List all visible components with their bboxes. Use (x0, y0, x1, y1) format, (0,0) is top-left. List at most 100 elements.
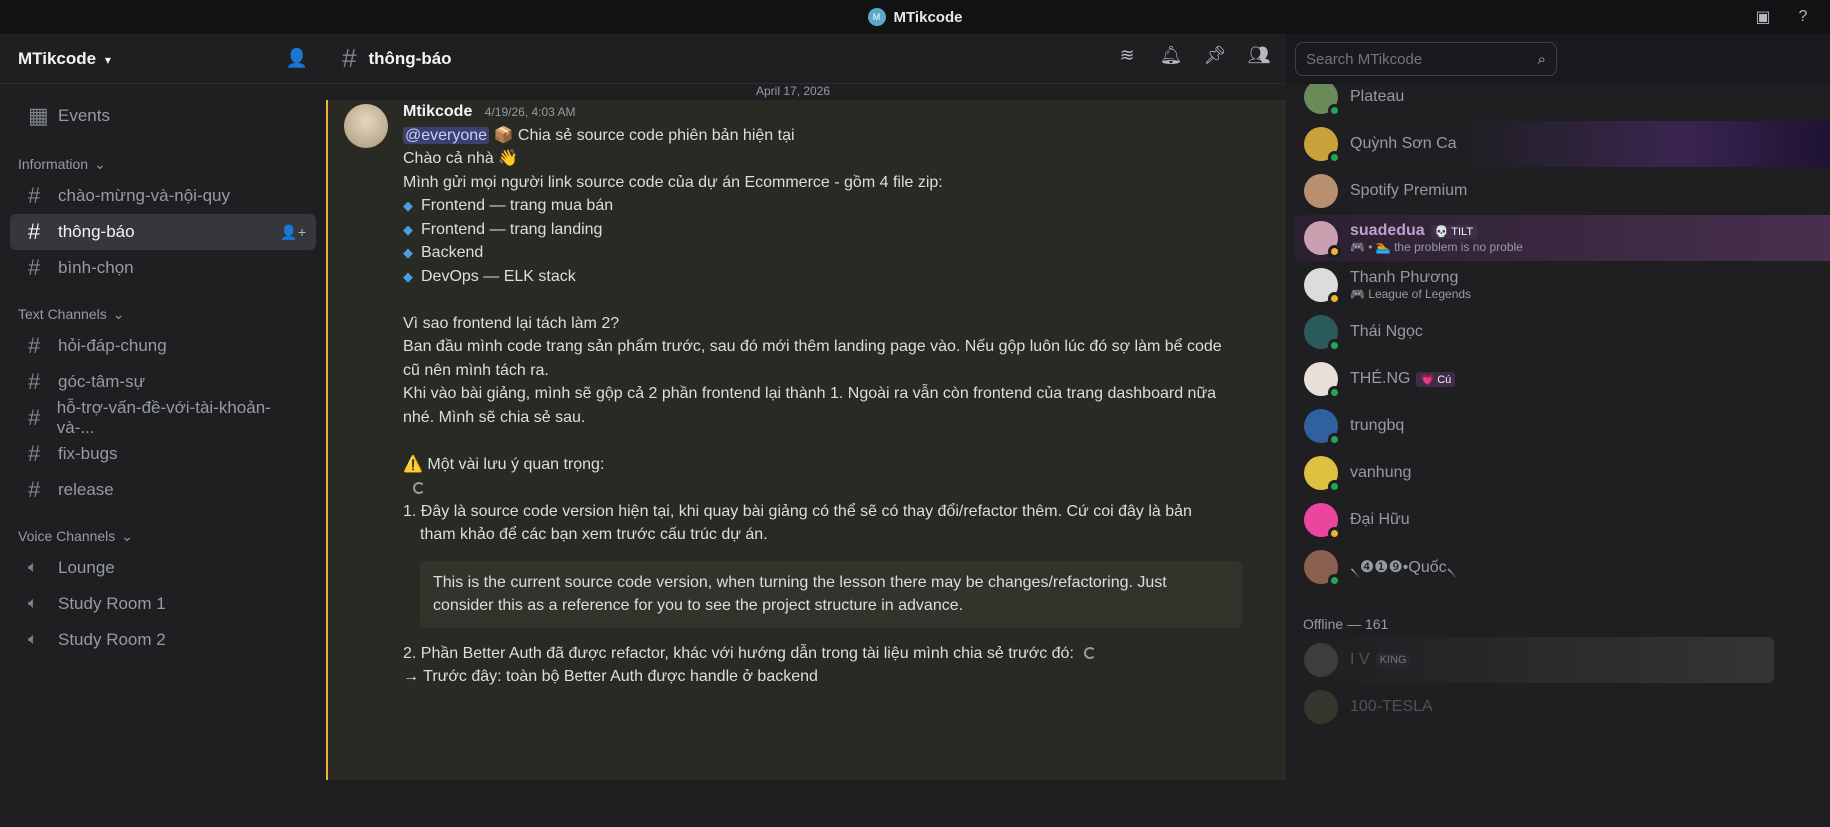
member-item[interactable]: Thanh Phương 🎮 League of Legends (1294, 262, 1560, 308)
message-list: April 17, 2026 Mtikcode 4/19/26, 4:03 AM… (326, 84, 1286, 827)
member-item[interactable]: trungbq (1294, 403, 1560, 449)
message-text: 📦 Chia sẻ source code phiên bản hiện tại (493, 126, 795, 144)
guild-tag-badge: 💀 TILT (1430, 225, 1478, 239)
member-item[interactable]: 100-TESLA (1294, 684, 1560, 730)
avatar (1304, 127, 1341, 164)
avatar (1304, 456, 1341, 493)
channel-thong-bao[interactable]: # thông-báo 👤+ (10, 214, 316, 250)
avatar[interactable] (344, 104, 388, 148)
avatar (1304, 221, 1341, 258)
invite-icon[interactable]: 👤 (286, 48, 308, 69)
guild-header[interactable]: MTikcode ▾ 👤 (0, 34, 326, 84)
avatar (1304, 503, 1341, 540)
avatar (1304, 409, 1341, 446)
hash-icon: # (28, 183, 41, 208)
member-item[interactable]: I V KING (1294, 637, 1774, 683)
member-item[interactable]: THÉ.NG 💗 Cú (1294, 356, 1560, 402)
search-icon[interactable]: ⌕ (1538, 51, 1546, 68)
hash-icon: # (28, 477, 41, 502)
avatar (1304, 362, 1341, 399)
search-input[interactable] (1306, 50, 1516, 68)
hash-icon: # (28, 441, 41, 466)
channel-hoi-dap-chung[interactable]: # hỏi-đáp-chung (10, 328, 316, 364)
members-icon[interactable]: 👥︎ (1248, 44, 1271, 66)
window-title: MTikcode (893, 8, 963, 26)
channel-release[interactable]: # release (10, 472, 316, 508)
hash-icon: # (342, 43, 357, 73)
list-item: ◆ Frontend — trang landing (403, 220, 603, 238)
chevron-down-icon: ▾ (104, 52, 111, 67)
calendar-icon: ▦ (28, 103, 49, 128)
inbox-icon[interactable]: ▣ (1752, 6, 1774, 28)
diamond-icon: ◆ (403, 245, 413, 260)
hash-icon: # (28, 333, 41, 358)
list-item: ◆ DevOps — ELK stack (403, 267, 576, 285)
hash-icon: # (28, 219, 41, 244)
message-text: → Trước đây: toàn bộ Better Auth được ha… (403, 668, 818, 685)
channel-name: thông-báo (368, 48, 452, 68)
avatar (1304, 268, 1341, 305)
events-item[interactable]: ▦ Events (10, 98, 316, 134)
avatar (1304, 315, 1341, 352)
speaker-icon: 🔈︎ (28, 559, 38, 576)
member-item[interactable]: suadedua 💀 TILT 🎮 • 🏊 the problem is no p… (1294, 215, 1830, 261)
member-item[interactable]: Đại Hữu (1294, 497, 1560, 543)
message-timestamp: 4/19/26, 4:03 AM (484, 105, 576, 119)
hash-icon: # (28, 255, 41, 280)
server-icon: M (867, 8, 886, 26)
guild-tag-badge: KING (1375, 653, 1411, 667)
channel-goc-tam-su[interactable]: # góc-tâm-sự (10, 364, 316, 400)
message-text: nhé. Mình sẽ chia sẻ sau. (403, 408, 586, 426)
threads-icon[interactable]: ≋ (1116, 44, 1138, 66)
channel-fix-bugs[interactable]: # fix-bugs (10, 436, 316, 472)
message[interactable]: Mtikcode 4/19/26, 4:03 AM @everyone 📦 Ch… (326, 100, 1286, 780)
message-text: cũ nên mình tách ra. (403, 361, 549, 379)
channel-binh-chon[interactable]: # bình-chọn (10, 250, 316, 286)
category-information[interactable]: Information ⌄ (0, 150, 326, 178)
voice-study-room-2[interactable]: 🔈︎ Study Room 2 (10, 622, 316, 658)
loading-spinner-icon (413, 481, 425, 494)
avatar (1304, 174, 1338, 208)
channel-header: # thông-báo ≋ 🔔︎ 📌︎ 👥︎ (326, 34, 1286, 84)
channel-sidebar: MTikcode ▾ 👤 ▦ Events Information ⌄ # chào… (0, 34, 326, 827)
date-divider: April 17, 2026 (756, 84, 831, 98)
category-voice-channels[interactable]: Voice Channels ⌄ (0, 522, 326, 550)
diamond-icon: ◆ (403, 198, 413, 213)
message-text: tham khảo để các bạn xem trước cấu trúc … (420, 526, 768, 543)
member-item[interactable]: vanhung (1294, 450, 1560, 496)
search-box[interactable]: ⌕ (1295, 42, 1557, 76)
speaker-icon: 🔈︎ (28, 595, 38, 612)
mention-everyone[interactable]: @everyone (403, 126, 490, 144)
voice-lounge[interactable]: 🔈︎ Lounge (10, 550, 316, 586)
channel-ho-tro[interactable]: # hỗ-trợ-vấn-đề-với-tài-khoản-và-... (10, 398, 316, 437)
list-item: ◆ Frontend — trang mua bán (403, 197, 614, 214)
message-text: Ban đầu mình code trang sản phẩm trước, … (403, 338, 1222, 355)
member-list: Plateau Quỳnh Sơn Ca Spotify Premium sua… (1286, 84, 1830, 827)
pin-icon[interactable]: 📌︎ (1204, 44, 1227, 66)
help-icon[interactable]: ? (1792, 6, 1814, 28)
channel-chao-mung[interactable]: # chào-mừng-và-nội-quy (10, 178, 316, 214)
message-text: Chào cả nhà 👋 (403, 150, 519, 167)
diamond-icon: ◆ (403, 221, 413, 237)
title-bar: M MTikcode ▣ ? (0, 0, 1830, 34)
list-item: ◆ Backend (403, 244, 484, 261)
voice-study-room-1[interactable]: 🔈︎ Study Room 1 (10, 586, 316, 622)
translation-block: This is the current source code version,… (420, 560, 1242, 628)
diamond-icon: ◆ (403, 268, 413, 284)
member-item[interactable]: Thái Ngọc (1294, 309, 1560, 355)
member-item[interactable]: ৲❹❶❾•Quốc৲ (1294, 544, 1560, 590)
speaker-icon: 🔈︎ (28, 631, 38, 648)
events-label: Events (58, 106, 110, 125)
message-text: ⚠️ Một vài lưu ý quan trọng: (403, 455, 605, 473)
message-text: Vì sao frontend lại tách làm 2? (403, 314, 620, 332)
chat-area: # thông-báo ≋ 🔔︎ 📌︎ 👥︎ April 17, 2026 Mt… (326, 34, 1286, 827)
member-item[interactable]: Quỳnh Sơn Ca (1294, 121, 1830, 167)
category-text-channels[interactable]: Text Channels ⌄ (0, 300, 326, 328)
member-item[interactable]: Spotify Premium (1294, 168, 1560, 214)
message-author[interactable]: Mtikcode (403, 103, 472, 120)
guild-tag-badge: 💗 Cú (1416, 371, 1456, 387)
bell-icon[interactable]: 🔔︎ (1160, 44, 1183, 66)
invite-to-channel-icon[interactable]: 👤+ (280, 224, 306, 241)
message-text: Mình gửi mọi người link source code của … (403, 173, 943, 191)
member-item[interactable]: Plateau (1294, 84, 1560, 120)
